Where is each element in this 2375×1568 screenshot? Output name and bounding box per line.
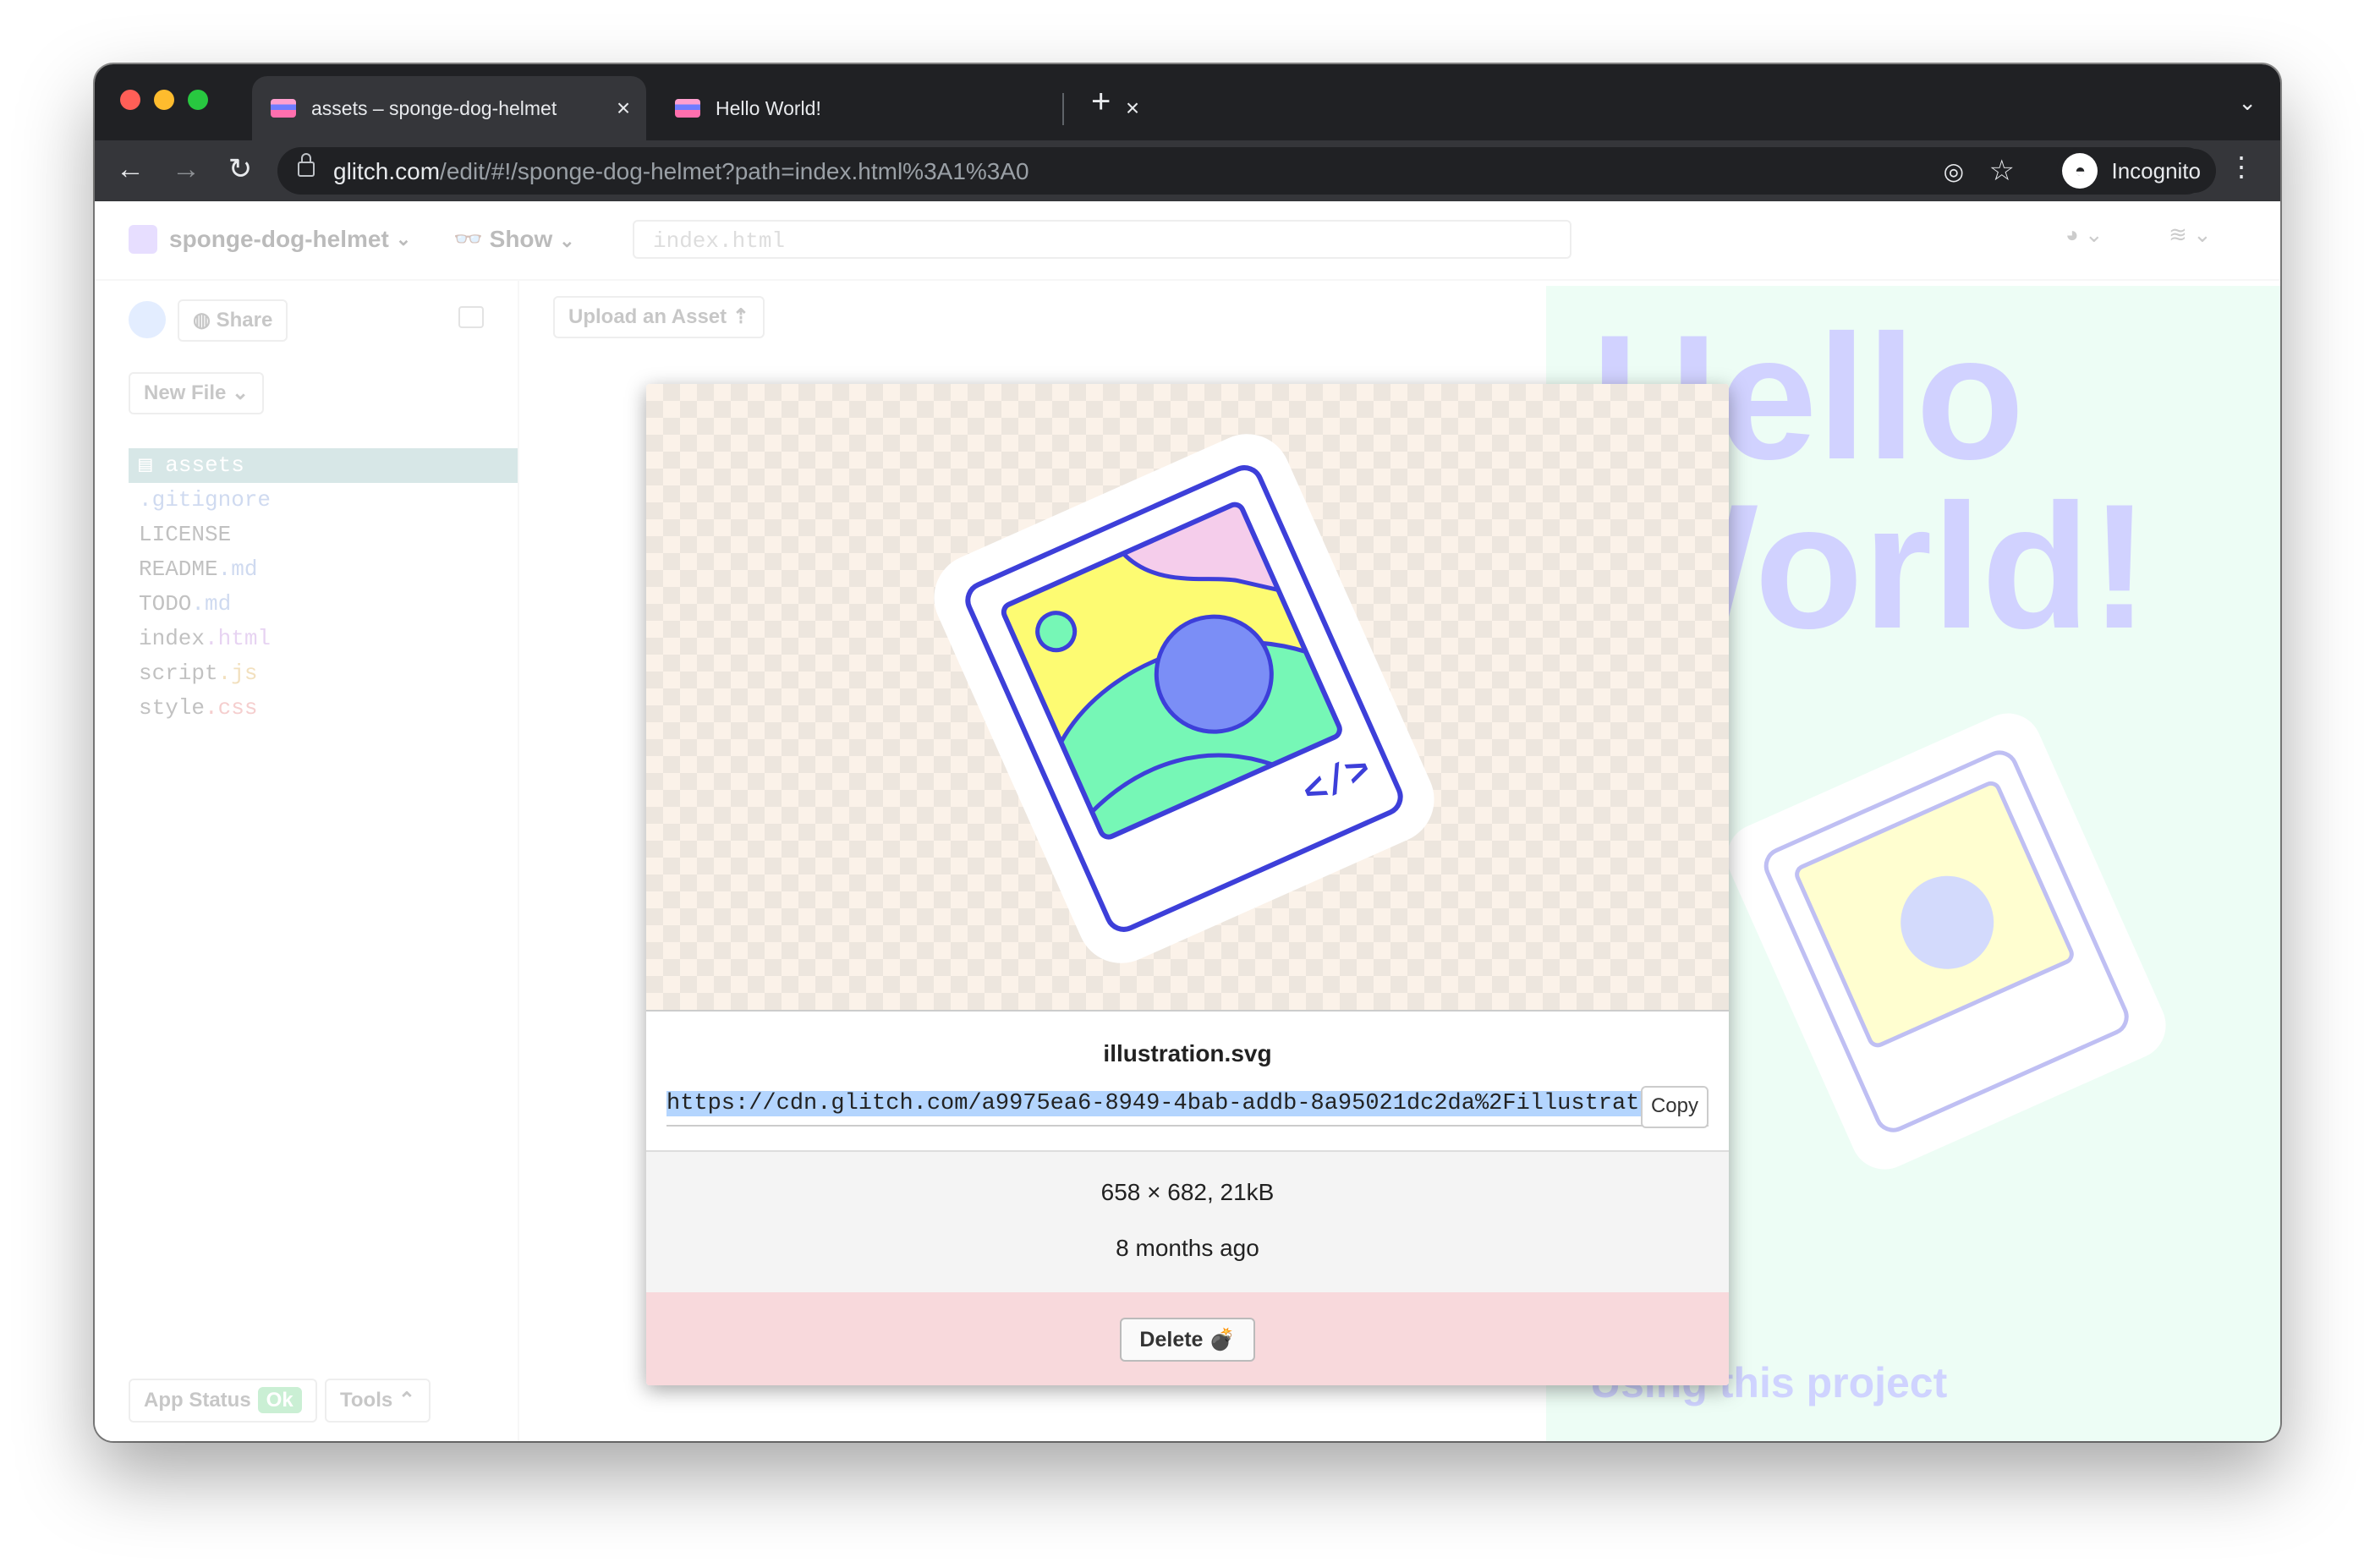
new-file-label: New File <box>144 381 227 404</box>
file-sidebar: ◍ Share New File ⌄ ▤ assets .gitignore L… <box>95 279 519 1441</box>
file-ext: .css <box>205 695 258 721</box>
bookmark-star-icon[interactable]: ☆ <box>1989 154 2015 188</box>
incognito-icon: ◓ <box>2062 153 2098 189</box>
asset-url-text: https://cdn.glitch.com/a9975ea6-8949-4ba… <box>666 1091 1648 1116</box>
danger-zone: Delete 💣 <box>646 1292 1729 1385</box>
close-window-button[interactable] <box>120 90 140 110</box>
tools-label: Tools <box>340 1389 393 1412</box>
file-search-input[interactable]: index.html <box>633 220 1571 259</box>
address-url[interactable]: glitch.com/edit/#!/sponge-dog-helmet?pat… <box>333 158 1029 185</box>
reload-button[interactable]: ↻ <box>222 151 259 188</box>
file-item-index[interactable]: index.html <box>129 622 518 656</box>
chevron-down-icon: ⌄ <box>559 230 575 251</box>
delete-button[interactable]: Delete 💣 <box>1120 1318 1255 1362</box>
asset-filename: illustration.svg <box>1103 1040 1272 1066</box>
file-name: TODO <box>139 591 192 617</box>
show-label: Show <box>489 226 553 252</box>
glitch-favicon-icon <box>675 99 700 118</box>
upload-asset-button[interactable]: Upload an Asset ⇡ <box>553 296 765 338</box>
project-name-button[interactable]: sponge-dog-helmet ⌄ <box>129 225 411 254</box>
globe-icon: ◍ <box>193 309 217 332</box>
tab-title: assets – sponge-dog-helmet <box>311 96 557 119</box>
project-avatar <box>129 225 157 254</box>
file-ext: .md <box>191 591 232 617</box>
project-name: sponge-dog-helmet <box>169 226 389 252</box>
glitch-logo-icon[interactable]: ≋ ⌄ <box>2169 222 2212 248</box>
show-button[interactable]: 👓 Show ⌄ <box>453 225 575 253</box>
address-bar[interactable]: glitch.com/edit/#!/sponge-dog-helmet?pat… <box>277 147 2209 195</box>
tab-title: Hello World! <box>716 96 821 119</box>
incognito-profile-button[interactable]: ◓ Incognito <box>2057 149 2216 193</box>
close-tab-icon[interactable]: × <box>1120 95 1145 122</box>
glitch-favicon-icon <box>271 99 296 118</box>
file-name: .gitignore <box>139 487 272 513</box>
file-item-todo[interactable]: TODO.md <box>129 587 518 622</box>
preview-illustration <box>1726 713 2166 1170</box>
glasses-icon: 👓 <box>453 226 483 252</box>
delete-label: Delete <box>1139 1328 1204 1351</box>
asset-dimensions: 658 × 682, 21kB <box>1100 1179 1275 1205</box>
asset-url-field[interactable]: https://cdn.glitch.com/a9975ea6-8949-4ba… <box>666 1091 1648 1116</box>
copy-url-button[interactable]: Copy <box>1640 1086 1709 1128</box>
upload-label: Upload an Asset <box>568 305 727 328</box>
eye-slash-icon[interactable]: ◎ <box>1944 157 1964 185</box>
file-item-style[interactable]: style.css <box>129 691 518 726</box>
file-item-readme[interactable]: README.md <box>129 552 518 587</box>
file-name: README <box>139 556 218 582</box>
user-avatar-icon[interactable]: ◕ ⌄ <box>2065 222 2103 248</box>
new-tab-button[interactable]: + <box>1091 85 1111 118</box>
app-status-label: App Status <box>144 1389 251 1412</box>
incognito-label: Incognito <box>2111 157 2201 184</box>
collapse-sidebar-icon[interactable] <box>458 306 484 328</box>
forward-button[interactable]: → <box>167 151 205 188</box>
tab-search-chevron-icon[interactable]: ⌄ <box>2238 90 2257 116</box>
file-item-script[interactable]: script.js <box>129 656 518 691</box>
minimize-window-button[interactable] <box>154 90 174 110</box>
avatar <box>129 301 166 338</box>
url-path: /edit/#!/sponge-dog-helmet?path=index.ht… <box>440 158 1029 184</box>
asset-image-preview: </> <box>646 384 1729 1012</box>
chevron-down-icon: ⌄ <box>395 228 412 249</box>
asset-details-modal: </> illustration.svg https://cdn.glitch.… <box>646 384 1729 1385</box>
tab-separator <box>1062 93 1064 125</box>
app-status-button[interactable]: App Status Ok <box>129 1379 317 1423</box>
tab-assets[interactable]: assets – sponge-dog-helmet × <box>252 76 646 140</box>
file-ext: .html <box>205 626 272 651</box>
file-name: assets <box>165 452 244 478</box>
status-badge: Ok <box>257 1387 302 1413</box>
asset-age: 8 months ago <box>1116 1235 1259 1261</box>
new-file-button[interactable]: New File ⌄ <box>129 372 265 414</box>
file-list: ▤ assets .gitignore LICENSE README.md TO… <box>129 448 518 726</box>
close-tab-icon[interactable]: × <box>611 95 636 122</box>
file-name: LICENSE <box>139 522 232 547</box>
back-button[interactable]: ← <box>112 151 149 188</box>
browser-menu-icon[interactable]: ⋮ <box>2228 151 2255 183</box>
file-ext: .js <box>217 661 258 686</box>
illustration-image: </> <box>934 434 1434 963</box>
browser-window: assets – sponge-dog-helmet × Hello World… <box>95 64 2280 1441</box>
asset-meta: 658 × 682, 21kB 8 months ago <box>646 1150 1729 1294</box>
maximize-window-button[interactable] <box>188 90 208 110</box>
folder-icon: ▤ <box>139 452 166 478</box>
asset-url-row: https://cdn.glitch.com/a9975ea6-8949-4ba… <box>666 1086 1709 1128</box>
editor-header: sponge-dog-helmet ⌄ 👓 Show ⌄ index.html … <box>95 201 2280 281</box>
tools-button[interactable]: Tools ⌃ <box>325 1379 431 1423</box>
lock-icon <box>298 153 315 177</box>
bomb-icon: 💣 <box>1209 1328 1236 1351</box>
file-name: index <box>139 626 206 651</box>
file-item-assets[interactable]: ▤ assets <box>129 448 518 483</box>
share-button[interactable]: ◍ Share <box>178 299 288 342</box>
file-item-license[interactable]: LICENSE <box>129 518 518 552</box>
page-content: sponge-dog-helmet ⌄ 👓 Show ⌄ index.html … <box>95 201 2280 1441</box>
file-name: style <box>139 695 206 721</box>
file-name: script <box>139 661 218 686</box>
tab-hello-world[interactable]: Hello World! × <box>656 76 1155 140</box>
file-ext: .md <box>217 556 258 582</box>
url-host: glitch.com <box>333 158 441 184</box>
file-item-gitignore[interactable]: .gitignore <box>129 483 518 518</box>
tab-strip: assets – sponge-dog-helmet × Hello World… <box>95 64 2280 140</box>
browser-toolbar: ← → ↻ glitch.com/edit/#!/sponge-dog-helm… <box>95 140 2280 201</box>
share-label: Share <box>216 309 273 332</box>
